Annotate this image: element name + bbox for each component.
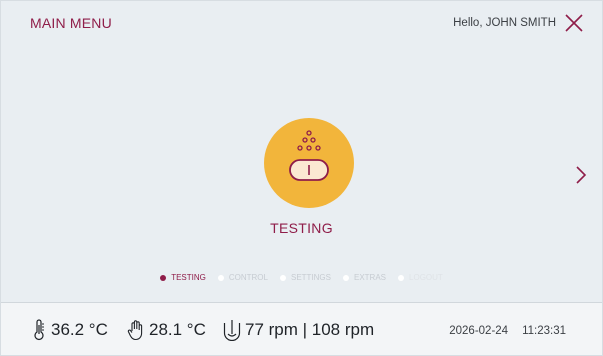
hand-temperature-value: 28.1 °C: [149, 320, 206, 339]
dot-indicator: [160, 274, 167, 281]
page-dot-label: TESTING: [171, 273, 206, 282]
temperature-readout: 36.2 °C: [31, 319, 108, 341]
hand-icon: [127, 320, 143, 341]
dot-indicator: [279, 274, 286, 281]
page-dot-label: LOGOUT: [409, 273, 443, 282]
page-dot-settings[interactable]: SETTINGS: [279, 273, 331, 282]
status-bar: 36.2 °C 28.1 °C 77 rpm | 108 rpm 2026-02…: [1, 303, 602, 355]
main-menu-panel: MAIN MENU Hello, JOHN SMITH TESTING TEST…: [1, 1, 602, 301]
testing-icon: [289, 130, 329, 181]
menu-pagination: TESTING CONTROL SETTINGS EXTRAS LOGOUT: [1, 273, 602, 282]
datetime: 2026-02-24 11:23:31: [449, 325, 566, 337]
stirrer-icon: [223, 320, 241, 341]
chevron-right-icon[interactable]: [574, 164, 588, 186]
screen: MAIN MENU Hello, JOHN SMITH TESTING TEST…: [0, 0, 603, 356]
page-dot-label: SETTINGS: [290, 273, 331, 282]
dot-indicator: [217, 274, 224, 281]
module-label: TESTING: [270, 220, 333, 236]
stirrer-speed-value: 77 rpm | 108 rpm: [245, 320, 375, 339]
user-greeting: Hello, JOHN SMITH: [453, 17, 556, 29]
temperature-value: 36.2 °C: [51, 320, 108, 339]
hand-temperature-readout: 28.1 °C: [127, 319, 206, 341]
page-dot-control[interactable]: CONTROL: [217, 273, 268, 282]
page-dot-label: CONTROL: [228, 273, 268, 282]
page-dot-label: EXTRAS: [354, 273, 387, 282]
page-title: MAIN MENU: [30, 15, 112, 31]
page-dot-testing[interactable]: TESTING: [160, 273, 206, 282]
dot-indicator: [343, 274, 349, 281]
stirrer-speed-readout: 77 rpm | 108 rpm: [223, 319, 374, 341]
time-value: 11:23:31: [522, 325, 566, 337]
thermometer-icon: [34, 319, 44, 340]
page-dot-logout[interactable]: LOGOUT: [398, 273, 443, 282]
close-icon[interactable]: [564, 13, 584, 33]
dot-indicator: [398, 274, 405, 281]
date-value: 2026-02-24: [449, 325, 509, 337]
testing-module-button[interactable]: [264, 118, 354, 208]
page-dot-extras[interactable]: EXTRAS: [343, 273, 386, 282]
